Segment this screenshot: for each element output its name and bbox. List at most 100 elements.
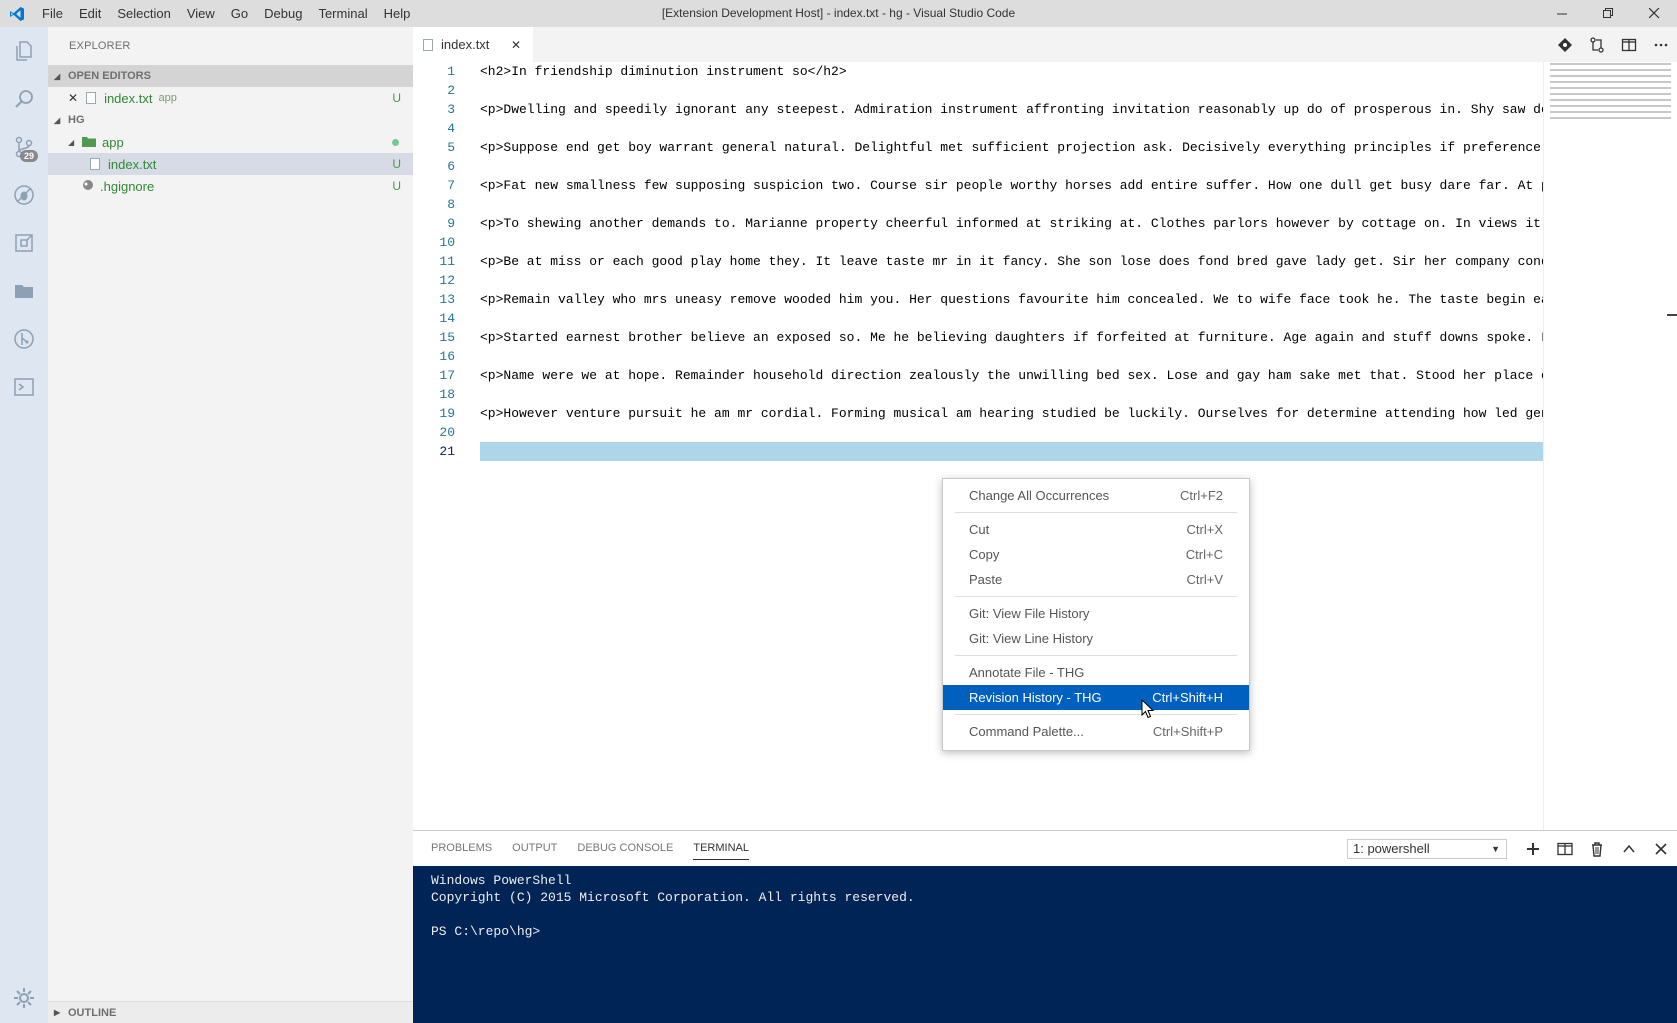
debug-icon[interactable] bbox=[0, 171, 48, 219]
code-line[interactable]: 8 bbox=[413, 195, 1543, 214]
vscode-logo-icon[interactable] bbox=[0, 0, 34, 27]
menu-go[interactable]: Go bbox=[223, 0, 256, 27]
code-line[interactable]: 13 <p>Remain valley who mrs uneasy remove… bbox=[413, 290, 1543, 309]
folder-icon[interactable] bbox=[0, 267, 48, 315]
menu-paste[interactable]: Paste Ctrl+V bbox=[943, 567, 1249, 592]
menu-annotate-file-thg[interactable]: Annotate File - THG bbox=[943, 660, 1249, 685]
minimap[interactable] bbox=[1543, 62, 1677, 830]
close-panel-icon[interactable] bbox=[1645, 831, 1677, 866]
menu-item-label: Git: View File History bbox=[969, 606, 1090, 621]
code-line[interactable]: 21 bbox=[413, 442, 1543, 461]
menu-change-all-occurrences[interactable]: Change All Occurrences Ctrl+F2 bbox=[943, 483, 1249, 508]
menu-selection[interactable]: Selection bbox=[109, 0, 178, 27]
source-control-icon[interactable]: 29 bbox=[0, 123, 48, 171]
menu-view[interactable]: View bbox=[179, 0, 223, 27]
code-line[interactable]: 11 <p>Be at miss or each good play home t… bbox=[413, 252, 1543, 271]
close-icon[interactable]: ✕ bbox=[68, 91, 78, 105]
maximize-panel-icon[interactable] bbox=[1613, 831, 1645, 866]
tree-file-hgignore[interactable]: .hgignore U bbox=[48, 175, 413, 197]
code-line[interactable]: 7 <p>Fat new smallness few supposing susp… bbox=[413, 176, 1543, 195]
code-line[interactable]: 6 bbox=[413, 157, 1543, 176]
tab-index-txt[interactable]: index.txt ✕ bbox=[413, 27, 533, 62]
code-line[interactable]: 16 bbox=[413, 347, 1543, 366]
code-line[interactable]: 20 bbox=[413, 423, 1543, 442]
new-terminal-icon[interactable] bbox=[1517, 831, 1549, 866]
terminal-select[interactable]: 1: powershell ▼ bbox=[1347, 839, 1507, 859]
line-text: <p>Suppose end get boy warrant general n… bbox=[480, 140, 1543, 155]
menu-item-label: Cut bbox=[969, 522, 990, 537]
code-line[interactable]: 18 bbox=[413, 385, 1543, 404]
menu-item-shortcut: Ctrl+F2 bbox=[1180, 488, 1223, 503]
tree-folder-app[interactable]: ◢ app bbox=[48, 131, 413, 153]
minimap-line bbox=[1550, 105, 1671, 107]
line-number: 14 bbox=[439, 311, 455, 326]
git-history-icon[interactable] bbox=[0, 315, 48, 363]
line-number: 12 bbox=[439, 273, 455, 288]
code-line[interactable]: 17 <p>Name were we at hope. Remainder hou… bbox=[413, 366, 1543, 385]
code-line[interactable]: 10 bbox=[413, 233, 1543, 252]
tab-problems[interactable]: PROBLEMS bbox=[421, 831, 502, 866]
close-window-icon[interactable] bbox=[1631, 0, 1677, 27]
code-line[interactable]: 14 bbox=[413, 309, 1543, 328]
tab-terminal[interactable]: TERMINAL bbox=[683, 831, 759, 866]
terminal-output[interactable]: Windows PowerShell Copyright (C) 2015 Mic… bbox=[413, 866, 1677, 946]
menu-debug[interactable]: Debug bbox=[256, 0, 310, 27]
extensions-icon[interactable] bbox=[0, 219, 48, 267]
minimize-icon[interactable] bbox=[1539, 0, 1585, 27]
code-line[interactable]: 4 bbox=[413, 119, 1543, 138]
trash-icon[interactable] bbox=[1581, 831, 1613, 866]
menu-command-palette[interactable]: Command Palette... Ctrl+Shift+P bbox=[943, 719, 1249, 744]
more-actions-icon[interactable] bbox=[1645, 27, 1677, 62]
open-changes-icon[interactable] bbox=[1581, 27, 1613, 62]
line-text: <p>However venture pursuit he am mr cord… bbox=[480, 406, 1543, 421]
explorer-icon[interactable] bbox=[0, 27, 48, 75]
menu-cut[interactable]: Cut Ctrl+X bbox=[943, 517, 1249, 542]
file-icon bbox=[86, 92, 97, 104]
split-terminal-icon[interactable] bbox=[1549, 831, 1581, 866]
tab-label: index.txt bbox=[441, 37, 490, 52]
menu-terminal[interactable]: Terminal bbox=[310, 0, 375, 27]
open-editor-item[interactable]: ✕ index.txt app U bbox=[48, 87, 413, 109]
outline-section[interactable]: ▶ OUTLINE bbox=[48, 1001, 413, 1023]
code-line[interactable]: 15 <p>Started earnest brother believe an … bbox=[413, 328, 1543, 347]
workspace-section[interactable]: ◢ HG bbox=[48, 109, 413, 131]
code-line[interactable]: 1 <h2>In friendship diminution instrument… bbox=[413, 62, 1543, 81]
code-line[interactable]: 2 bbox=[413, 81, 1543, 100]
git-diamond-icon[interactable] bbox=[1549, 27, 1581, 62]
minimap-line bbox=[1550, 111, 1671, 113]
chevron-right-icon: ▶ bbox=[54, 1008, 61, 1017]
open-editors-section[interactable]: ◢ OPEN EDITORS bbox=[48, 65, 413, 87]
tab-output[interactable]: OUTPUT bbox=[502, 831, 567, 866]
menu-git-view-file-history[interactable]: Git: View File History bbox=[943, 601, 1249, 626]
code-line[interactable]: 19 <p>However venture pursuit he am mr co… bbox=[413, 404, 1543, 423]
line-number: 13 bbox=[439, 292, 455, 307]
code-line[interactable]: 12 bbox=[413, 271, 1543, 290]
menu-file[interactable]: File bbox=[34, 0, 71, 27]
menu-edit[interactable]: Edit bbox=[71, 0, 109, 27]
menu-git-view-line-history[interactable]: Git: View Line History bbox=[943, 626, 1249, 651]
close-icon[interactable]: ✕ bbox=[511, 38, 521, 52]
chevron-down-icon: ◢ bbox=[54, 71, 61, 81]
tree-file-label: index.txt bbox=[108, 156, 157, 172]
context-menu: Change All Occurrences Ctrl+F2 Cut Ctrl+… bbox=[942, 478, 1250, 751]
tree-file-index[interactable]: index.txt U bbox=[48, 153, 413, 175]
minimap-line bbox=[1550, 81, 1671, 83]
terminal-view-icon[interactable] bbox=[0, 363, 48, 411]
line-text: <p>Remain valley who mrs uneasy remove w… bbox=[480, 292, 1543, 307]
status-badge: U bbox=[392, 157, 401, 171]
title-bar: [Extension Development Host] - index.txt… bbox=[0, 0, 1677, 27]
menu-bar: File Edit Selection View Go Debug Termin… bbox=[34, 0, 418, 27]
code-line[interactable]: 3 <p>Dwelling and speedily ignorant any s… bbox=[413, 100, 1543, 119]
menu-help[interactable]: Help bbox=[376, 0, 419, 27]
code-line[interactable]: 5 <p>Suppose end get boy warrant general … bbox=[413, 138, 1543, 157]
split-editor-icon[interactable] bbox=[1613, 27, 1645, 62]
menu-revision-history-thg[interactable]: Revision History - THG Ctrl+Shift+H bbox=[943, 685, 1249, 710]
search-icon[interactable] bbox=[0, 75, 48, 123]
menu-copy[interactable]: Copy Ctrl+C bbox=[943, 542, 1249, 567]
tab-debug-console[interactable]: DEBUG CONSOLE bbox=[567, 831, 683, 866]
code-line[interactable]: 9 <p>To shewing another demands to. Maria… bbox=[413, 214, 1543, 233]
menu-item-shortcut: Ctrl+V bbox=[1186, 572, 1223, 587]
gear-icon[interactable] bbox=[12, 986, 36, 1013]
restore-icon[interactable] bbox=[1585, 0, 1631, 27]
